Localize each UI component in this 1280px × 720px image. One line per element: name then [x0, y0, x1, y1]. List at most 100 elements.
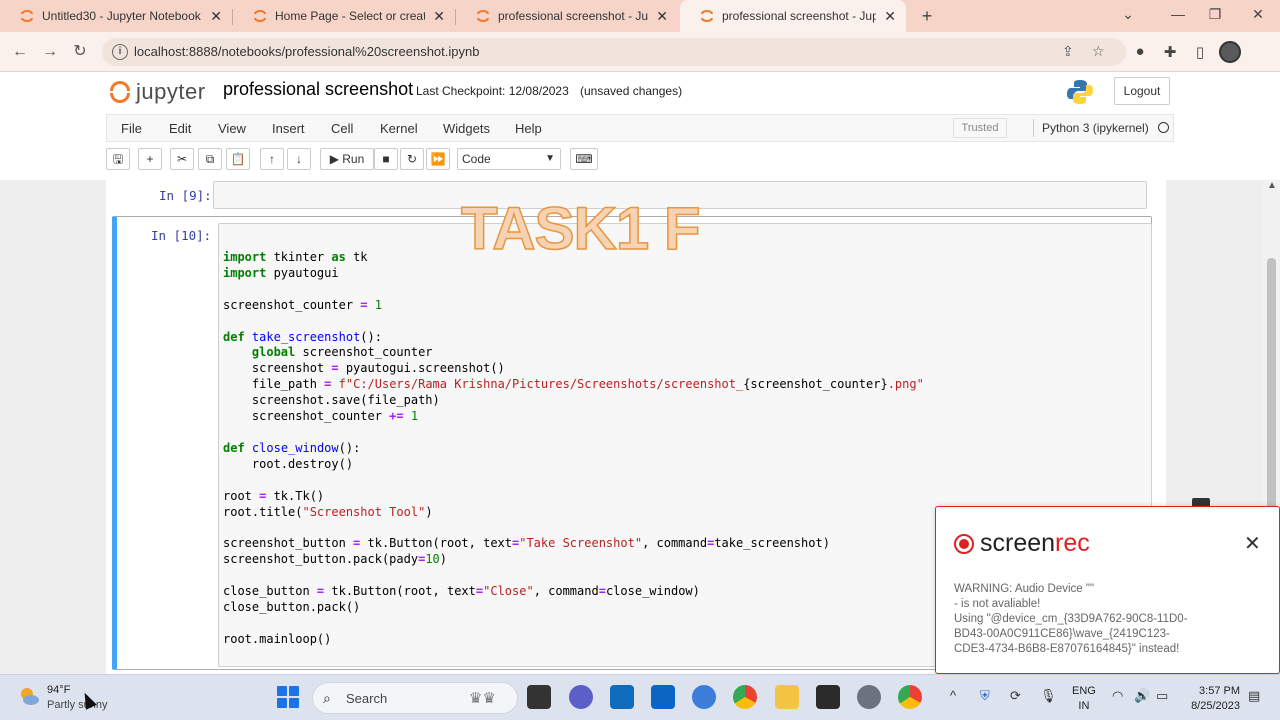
cell10-prompt: In [10]: [151, 228, 212, 243]
tab-search-icon[interactable]: ⌄ [1118, 6, 1138, 23]
browser-tab-professional-active[interactable]: professional screenshot - Jupyte ✕ [680, 0, 906, 32]
scroll-up-icon[interactable]: ▲ [1267, 180, 1277, 191]
extension-icon[interactable]: ● [1130, 43, 1150, 60]
volume-icon[interactable]: 🔊 [1134, 688, 1150, 704]
side-panel-icon[interactable]: ▯ [1190, 43, 1210, 61]
run-label: Run [342, 152, 365, 166]
settings-gear-icon[interactable] [857, 685, 881, 709]
add-cell-icon[interactable]: + [138, 148, 162, 170]
copy-icon[interactable]: ⧉ [198, 148, 222, 170]
browser-tab-untitled30[interactable]: Untitled30 - Jupyter Notebook ✕ [0, 0, 232, 32]
weather-temperature[interactable]: 94°F [47, 684, 70, 696]
terminal-icon[interactable] [816, 685, 840, 709]
menu-widgets[interactable]: Widgets [443, 121, 490, 136]
notebook-name[interactable]: professional screenshot [223, 79, 413, 100]
warning-line: WARNING: Audio Device "" [954, 583, 1095, 595]
back-arrow-icon[interactable]: ← [9, 41, 31, 63]
menu-kernel[interactable]: Kernel [380, 121, 418, 136]
tab-close-icon[interactable]: ✕ [656, 8, 668, 25]
file-explorer-icon[interactable] [775, 685, 799, 709]
partly-sunny-icon[interactable] [18, 685, 40, 707]
search-label: Search [346, 691, 388, 706]
code-text[interactable]: import tkinter as tk import pyautogui sc… [223, 250, 924, 648]
save-icon[interactable]: 🖫 [106, 148, 130, 170]
photos-icon[interactable] [692, 685, 716, 709]
windows-taskbar: 94°F Partly sunny ⌕ Search ♛♛ ^ ⛨ ⟳ 🎙 EN… [0, 674, 1280, 720]
jupyter-logo[interactable]: jupyter [110, 78, 206, 106]
site-info-icon[interactable]: i [112, 44, 128, 60]
stop-icon[interactable]: ■ [374, 148, 398, 170]
browser-tab-professional-1[interactable]: professional screenshot - Jupyte ✕ [456, 0, 678, 32]
windows-start-icon[interactable] [277, 686, 299, 708]
python-logo-icon [1067, 80, 1093, 104]
tab-title: professional screenshot - Jupyte [722, 9, 877, 23]
tab-title: Untitled30 - Jupyter Notebook [42, 9, 201, 23]
task-overlay-text: TASK1 F [460, 194, 701, 263]
kernel-name[interactable]: Python 3 (ipykernel) [1042, 121, 1149, 135]
fast-forward-icon[interactable]: ⏩ [426, 148, 450, 170]
task-view-icon[interactable] [527, 685, 551, 709]
menu-file[interactable]: File [121, 121, 142, 136]
reload-icon[interactable]: ↻ [69, 41, 91, 63]
tab-close-icon[interactable]: ✕ [884, 8, 896, 25]
restart-icon[interactable]: ↻ [400, 148, 424, 170]
wifi-icon[interactable]: ◠ [1112, 688, 1123, 704]
menu-view[interactable]: View [218, 121, 246, 136]
minimize-icon[interactable]: — [1168, 6, 1188, 22]
taskbar-clock[interactable]: 3:57 PM 8/25/2023 [1184, 684, 1240, 714]
kernel-idle-icon [1158, 122, 1169, 133]
address-bar-row: ← → ↻ i localhost:8888/notebooks/profess… [0, 32, 1280, 72]
store-icon[interactable] [610, 685, 634, 709]
cut-icon[interactable]: ✂ [170, 148, 194, 170]
puzzle-extensions-icon[interactable]: ✚ [1160, 43, 1180, 61]
chrome-profile-icon[interactable] [898, 685, 922, 709]
unsaved-changes: (unsaved changes) [580, 84, 683, 98]
cell-type-select[interactable]: Code ▼ [457, 148, 561, 170]
menu-edit[interactable]: Edit [169, 121, 191, 136]
language-top: ENG [1072, 685, 1096, 697]
trusted-indicator[interactable]: Trusted [953, 118, 1007, 138]
menu-help[interactable]: Help [515, 121, 542, 136]
menu-cell[interactable]: Cell [331, 121, 353, 136]
teams-chat-icon[interactable] [569, 685, 593, 709]
tab-title: professional screenshot - Jupyte [498, 9, 649, 23]
microphone-icon[interactable]: 🎙 [1040, 688, 1057, 704]
menu-insert[interactable]: Insert [272, 121, 305, 136]
weather-description[interactable]: Partly sunny [47, 699, 108, 711]
jupyter-logo-text: jupyter [136, 79, 206, 104]
share-icon[interactable]: ⇪ [1062, 43, 1074, 60]
run-button[interactable]: ▶ Run [320, 148, 374, 170]
new-tab-button[interactable]: + [916, 5, 938, 27]
url-text[interactable]: localhost:8888/notebooks/professional%20… [134, 44, 479, 59]
bookmark-star-icon[interactable]: ☆ [1092, 43, 1105, 60]
restore-icon[interactable]: ❐ [1205, 6, 1225, 23]
tray-chevron-up-icon[interactable]: ^ [950, 688, 956, 703]
sync-icon[interactable]: ⟳ [1010, 688, 1021, 704]
chrome-icon[interactable] [733, 685, 757, 709]
warning-line: BD43-00A0C911CE86}\wave_{2419C123- [954, 628, 1170, 640]
screenrec-brand-b: rec [1055, 529, 1090, 557]
search-highlight-icon: ♛♛ [469, 690, 496, 707]
notification-icon[interactable]: ▤ [1248, 688, 1260, 704]
screenrec-logo: screen rec [954, 529, 1090, 558]
window-close-icon[interactable]: ✕ [1248, 6, 1268, 23]
menu-bar: File Edit View Insert Cell Kernel Widget… [106, 114, 1174, 142]
tab-close-icon[interactable]: ✕ [210, 8, 222, 25]
screenrec-close-icon[interactable]: ✕ [1244, 531, 1261, 556]
warning-line: CDE3-4734-B6B8-E87076164845}" instead! [954, 643, 1180, 655]
keyboard-icon[interactable]: ⌨ [570, 148, 598, 170]
forward-arrow-icon[interactable]: → [39, 41, 61, 63]
battery-icon[interactable]: ▭ [1156, 688, 1168, 704]
defender-shield-icon[interactable]: ⛨ [980, 688, 990, 704]
logout-button[interactable]: Logout [1114, 77, 1170, 105]
browser-tab-home[interactable]: Home Page - Select or create a n ✕ [233, 0, 455, 32]
move-down-icon[interactable]: ↓ [287, 148, 311, 170]
language-indicator[interactable]: ENG IN [1072, 684, 1096, 714]
mail-icon[interactable] [651, 685, 675, 709]
paste-icon[interactable]: 📋 [226, 148, 250, 170]
tab-close-icon[interactable]: ✕ [433, 8, 445, 25]
move-up-icon[interactable]: ↑ [260, 148, 284, 170]
taskbar-search[interactable]: ⌕ Search ♛♛ [312, 682, 518, 714]
url-bar[interactable]: i localhost:8888/notebooks/professional%… [102, 38, 1126, 66]
profile-avatar[interactable] [1219, 41, 1241, 63]
